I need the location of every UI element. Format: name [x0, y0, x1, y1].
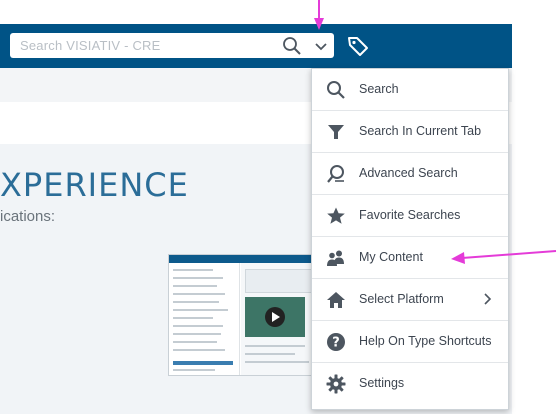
menu-item-search[interactable]: Search: [312, 69, 508, 111]
thumbnail-main: [241, 263, 319, 375]
menu-item-label: My Content: [359, 250, 423, 264]
users-icon: [327, 250, 344, 266]
menu-item-advanced-search[interactable]: Advanced Search: [312, 153, 508, 195]
menu-item-label: Search In Current Tab: [359, 124, 482, 138]
menu-item-label: Help On Type Shortcuts: [359, 334, 492, 348]
hero-subtitle: ications:: [0, 208, 56, 225]
menu-item-label: Select Platform: [359, 292, 444, 306]
search-icon[interactable]: [282, 36, 302, 56]
menu-item-label: Settings: [359, 376, 405, 390]
menu-item-select-platform[interactable]: Select Platform: [312, 279, 508, 321]
help-icon: ?: [327, 333, 345, 351]
play-icon: [265, 307, 285, 327]
menu-item-label: Search: [359, 82, 399, 96]
menu-item-settings[interactable]: Settings: [312, 363, 508, 405]
home-icon: [327, 292, 345, 308]
thumbnail-sidebar: [169, 263, 240, 375]
menu-item-my-content[interactable]: My Content: [312, 237, 508, 279]
menu-item-label: Favorite Searches: [359, 208, 461, 222]
filter-icon: [328, 125, 344, 139]
search-input[interactable]: Search VISIATIV - CRE: [20, 38, 161, 53]
preview-thumbnail[interactable]: [168, 254, 320, 376]
svg-text:?: ?: [332, 336, 340, 351]
search-box[interactable]: Search VISIATIV - CRE: [10, 33, 334, 58]
thumbnail-topbar: [169, 255, 319, 263]
search-options-menu: Search Search In Current Tab Advanced Se…: [311, 68, 509, 410]
chevron-right-icon: [484, 293, 492, 305]
menu-item-search-in-current-tab[interactable]: Search In Current Tab: [312, 111, 508, 153]
search-icon: [327, 81, 345, 99]
menu-item-favorite-searches[interactable]: Favorite Searches: [312, 195, 508, 237]
advanced-search-icon: [327, 165, 344, 183]
menu-item-help-on-type-shortcuts[interactable]: ? Help On Type Shortcuts: [312, 321, 508, 363]
gear-icon: [326, 374, 346, 394]
star-icon: [327, 207, 345, 224]
tag-icon[interactable]: [346, 34, 370, 58]
top-bar: Search VISIATIV - CRE: [0, 24, 512, 68]
menu-item-label: Advanced Search: [359, 166, 458, 180]
hero-title: XPERIENCE: [0, 166, 189, 204]
chevron-down-icon[interactable]: [312, 37, 330, 55]
